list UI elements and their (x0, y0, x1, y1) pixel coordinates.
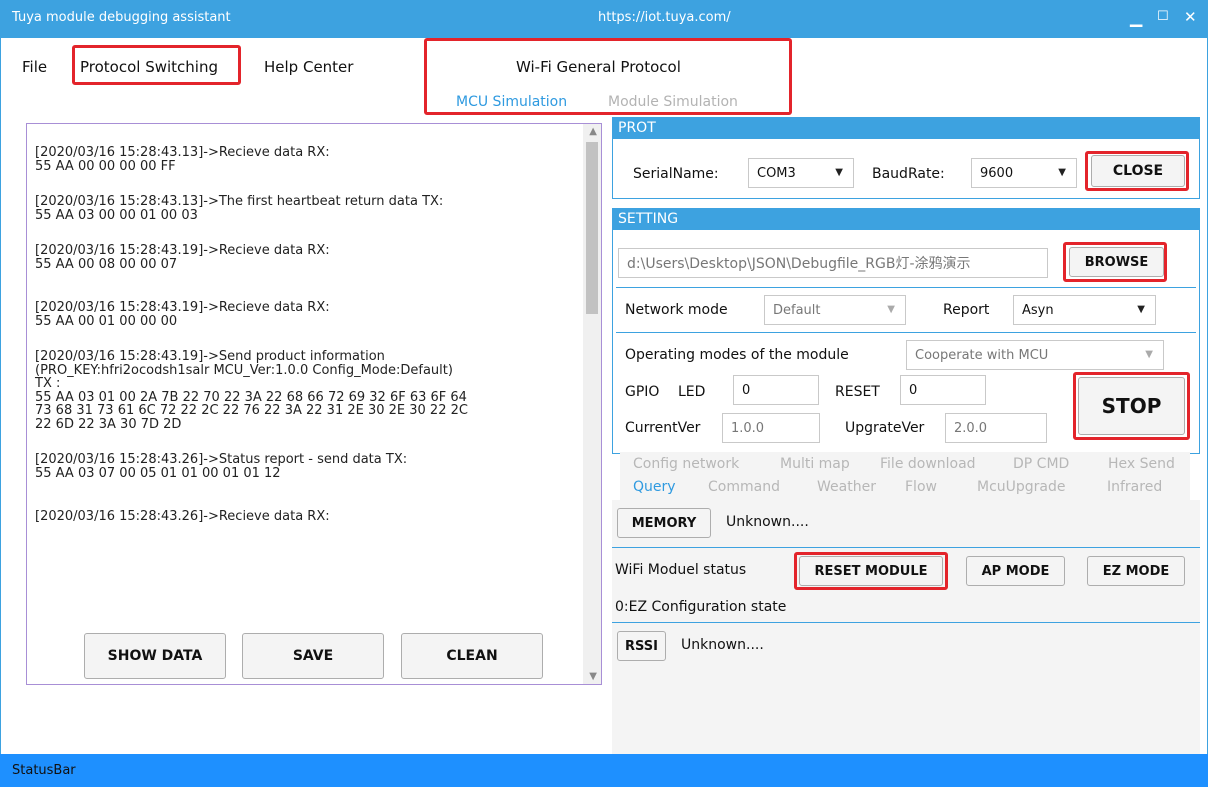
show-data-button[interactable]: SHOW DATA (84, 633, 226, 679)
tab-file-download[interactable]: File download (880, 456, 976, 472)
clean-button[interactable]: CLEAN (401, 633, 543, 679)
baud-rate-label: BaudRate: (872, 166, 945, 182)
network-mode-select[interactable]: Default ▼ (764, 295, 906, 325)
operating-mode-label: Operating modes of the module (625, 347, 849, 363)
report-label: Report (943, 302, 990, 318)
operating-mode-value: Cooperate with MCU (915, 347, 1049, 363)
tab-weather[interactable]: Weather (817, 479, 876, 495)
rssi-value: Unknown.... (681, 637, 764, 653)
log-entry: [2020/03/16 15:28:43.19]->Recieve data R… (35, 243, 330, 272)
maximize-icon[interactable]: ☐ (1157, 9, 1169, 24)
upgrade-version-field[interactable]: 2.0.0 (945, 413, 1047, 443)
divider (612, 622, 1200, 623)
function-tabs: Config network Multi map File download D… (620, 452, 1190, 500)
minimize-icon[interactable]: ▁ (1130, 8, 1142, 27)
chevron-down-icon: ▼ (887, 304, 895, 315)
chevron-down-icon: ▼ (1058, 167, 1066, 178)
protocol-title: Wi-Fi General Protocol (516, 58, 681, 76)
serial-name-value: COM3 (757, 165, 796, 181)
led-field[interactable]: 0 (733, 375, 819, 405)
prot-header: PROT (612, 117, 1200, 139)
chevron-down-icon: ▼ (835, 167, 843, 178)
log-entry: [2020/03/16 15:28:43.19]->Send product i… (35, 349, 468, 432)
report-value: Asyn (1022, 302, 1054, 318)
tab-config-network[interactable]: Config network (633, 456, 739, 472)
memory-value: Unknown.... (726, 514, 809, 530)
debug-file-path-field[interactable]: d:\Users\Desktop\JSON\Debugfile_RGB灯-涂鸦演… (618, 248, 1048, 278)
ez-mode-button[interactable]: EZ MODE (1087, 556, 1185, 586)
log-entry: [2020/03/16 15:28:43.13]->The first hear… (35, 194, 444, 223)
divider (612, 547, 1200, 548)
tab-multi-map[interactable]: Multi map (780, 456, 850, 472)
operating-mode-select[interactable]: Cooperate with MCU ▼ (906, 340, 1164, 370)
log-entry: [2020/03/16 15:28:43.13]->Recieve data R… (35, 145, 330, 174)
app-title: Tuya module debugging assistant (12, 10, 231, 25)
upgrade-version-label: UpgrateVer (845, 420, 925, 436)
tab-command[interactable]: Command (708, 479, 780, 495)
tab-query[interactable]: Query (633, 479, 676, 495)
led-label: LED (678, 384, 706, 400)
reset-label: RESET (835, 384, 880, 400)
ap-mode-button[interactable]: AP MODE (966, 556, 1065, 586)
app-url: https://iot.tuya.com/ (598, 10, 731, 25)
tab-module-simulation[interactable]: Module Simulation (608, 94, 738, 110)
reset-module-button[interactable]: RESET MODULE (799, 556, 943, 586)
log-scrollbar[interactable]: ▲ ▼ (583, 124, 601, 684)
log-scroll-thumb[interactable] (586, 142, 598, 314)
menu-file[interactable]: File (22, 58, 47, 76)
divider (616, 332, 1196, 333)
tab-mcu-simulation[interactable]: MCU Simulation (456, 94, 567, 110)
menu-protocol-switching[interactable]: Protocol Switching (80, 58, 218, 76)
serial-name-select[interactable]: COM3 ▼ (748, 158, 854, 188)
scroll-down-icon[interactable]: ▼ (589, 671, 597, 682)
query-panel (612, 500, 1200, 762)
baud-rate-select[interactable]: 9600 ▼ (971, 158, 1077, 188)
browse-button[interactable]: BROWSE (1069, 247, 1164, 277)
tab-infrared[interactable]: Infrared (1107, 479, 1162, 495)
current-version-field[interactable]: 1.0.0 (722, 413, 820, 443)
baud-rate-value: 9600 (980, 165, 1014, 181)
scroll-up-icon[interactable]: ▲ (589, 126, 597, 137)
menu-help-center[interactable]: Help Center (264, 58, 353, 76)
serial-name-label: SerialName: (633, 166, 719, 182)
chevron-down-icon: ▼ (1137, 304, 1145, 315)
chevron-down-icon: ▼ (1145, 349, 1153, 360)
tab-dp-cmd[interactable]: DP CMD (1013, 456, 1069, 472)
report-select[interactable]: Asyn ▼ (1013, 295, 1156, 325)
log-entry: [2020/03/16 15:28:43.26]->Recieve data R… (35, 509, 330, 524)
network-mode-value: Default (773, 302, 821, 318)
setting-header: SETTING (612, 208, 1200, 230)
close-icon[interactable]: ✕ (1184, 8, 1197, 26)
gpio-label: GPIO (625, 384, 660, 400)
current-version-label: CurrentVer (625, 420, 701, 436)
log-panel[interactable]: [2020/03/16 15:28:43.13]->Recieve data R… (26, 123, 602, 685)
tab-flow[interactable]: Flow (905, 479, 937, 495)
log-content: [2020/03/16 15:28:43.13]->Recieve data R… (35, 146, 575, 546)
divider (616, 287, 1196, 288)
tab-hex-send[interactable]: Hex Send (1108, 456, 1175, 472)
tab-mcu-upgrade[interactable]: McuUpgrade (977, 479, 1066, 495)
close-port-button[interactable]: CLOSE (1091, 155, 1185, 187)
rssi-button[interactable]: RSSI (617, 631, 666, 661)
memory-button[interactable]: MEMORY (617, 508, 711, 538)
title-bar: Tuya module debugging assistant https://… (0, 0, 1208, 38)
log-entry: [2020/03/16 15:28:43.19]->Recieve data R… (35, 300, 330, 329)
network-mode-label: Network mode (625, 302, 728, 318)
reset-field[interactable]: 0 (900, 375, 986, 405)
save-button[interactable]: SAVE (242, 633, 384, 679)
log-entry: [2020/03/16 15:28:43.26]->Status report … (35, 452, 408, 481)
stop-button[interactable]: STOP (1078, 377, 1185, 435)
wifi-status-label: WiFi Moduel status (615, 562, 747, 578)
config-state-text: 0:EZ Configuration state (615, 599, 787, 615)
status-bar: StatusBar (0, 754, 1208, 787)
